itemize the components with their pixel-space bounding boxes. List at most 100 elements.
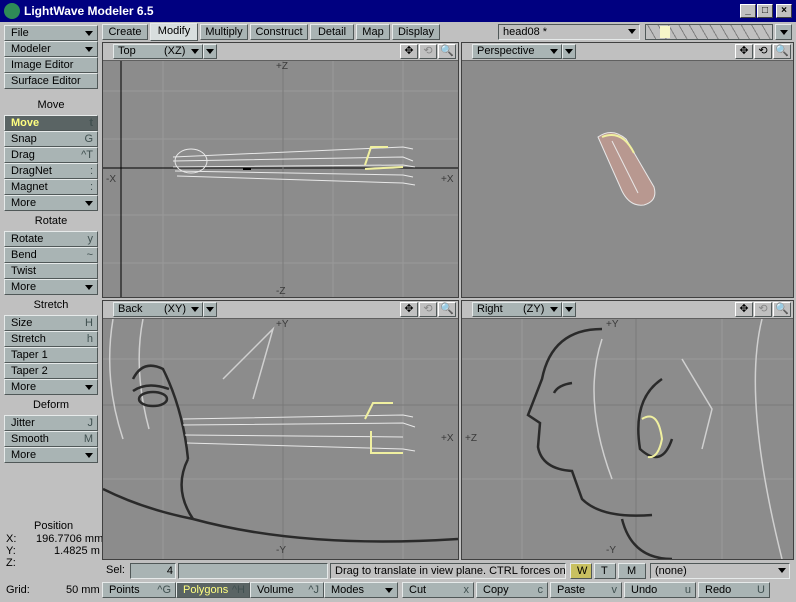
zoom-view-icon[interactable]: 🔍	[773, 44, 791, 59]
viewport-back-view-select[interactable]: Back (XY)	[113, 302, 203, 317]
weight-map-button[interactable]: W	[570, 563, 592, 579]
surface-select[interactable]: (none)	[650, 563, 790, 579]
tab-create[interactable]: Create	[102, 24, 148, 40]
shortcut-hint: x	[463, 584, 470, 596]
tab-multiply[interactable]: Multiply	[200, 24, 248, 40]
zoom-view-icon[interactable]: 🔍	[438, 44, 456, 59]
tool-size-button[interactable]: Size H	[4, 315, 98, 331]
shortcut-hint: G	[84, 133, 93, 145]
position-x-value: 196.7706 mm	[36, 533, 104, 545]
group-header-move: Move	[37, 99, 65, 111]
axis-label-left: +Z	[465, 433, 477, 444]
chevron-down-icon	[206, 49, 214, 54]
viewport-top[interactable]: Top (XZ) ✥ ⟲ 🔍 +Z -Z -X +X	[102, 42, 459, 298]
viewport-right[interactable]: Right (ZY) ✥ ⟲ 🔍 +Y -Y +Z	[461, 300, 794, 560]
group-header-deform: Deform	[32, 399, 70, 411]
morph-map-button[interactable]: M	[618, 563, 646, 579]
undo-button[interactable]: Undo u	[624, 582, 696, 598]
status-message: Drag to translate in view plane. CTRL fo…	[330, 563, 566, 579]
file-menu[interactable]: File	[4, 25, 98, 41]
move-view-icon[interactable]: ✥	[735, 44, 753, 59]
tab-map[interactable]: Map	[356, 24, 390, 40]
shortcut-hint: J	[87, 417, 94, 429]
chevron-down-icon	[85, 385, 93, 390]
tool-drag-button[interactable]: Drag ^T	[4, 147, 98, 163]
tool-stretch-button[interactable]: Stretch h	[4, 331, 98, 347]
axis-label-top: +Y	[606, 319, 619, 330]
cut-button[interactable]: Cut x	[402, 582, 474, 598]
rotate-view-icon[interactable]: ⟲	[754, 44, 772, 59]
mode-points-button[interactable]: Points ^G	[102, 582, 176, 598]
viewport-back-mode-select[interactable]	[203, 302, 217, 317]
chevron-down-icon	[85, 201, 93, 206]
tool-smooth-button[interactable]: Smooth M	[4, 431, 98, 447]
axis-label-left: -X	[106, 174, 116, 185]
shortcut-hint: t	[89, 117, 93, 129]
layer-bank[interactable]	[645, 24, 773, 40]
shortcut-hint: ~	[86, 249, 93, 261]
zoom-view-icon[interactable]: 🔍	[438, 302, 456, 317]
chevron-down-icon	[565, 49, 573, 54]
more-deform-button[interactable]: More	[4, 447, 98, 463]
modeler-menu[interactable]: Modeler	[4, 41, 98, 57]
tool-dragnet-button[interactable]: DragNet:	[4, 163, 98, 179]
close-button[interactable]: ×	[776, 4, 792, 18]
rotate-view-icon[interactable]: ⟲	[419, 302, 437, 317]
tab-detail[interactable]: Detail	[310, 24, 354, 40]
move-view-icon[interactable]: ✥	[400, 44, 418, 59]
more-rotate-button[interactable]: More	[4, 279, 98, 295]
texture-map-button[interactable]: T	[594, 563, 616, 579]
tool-sidebar: File Modeler Image Editor Surface Editor…	[0, 23, 104, 580]
redo-button[interactable]: Redo U	[698, 582, 770, 598]
viewport-perspective-mode-select[interactable]	[562, 44, 576, 59]
copy-button[interactable]: Copy c	[476, 582, 548, 598]
viewport-top-view-select[interactable]: Top (XZ)	[113, 44, 203, 59]
more-move-button[interactable]: More	[4, 195, 98, 211]
viewport-perspective[interactable]: Perspective ✥ ⟲ 🔍	[461, 42, 794, 298]
paste-button[interactable]: Paste v	[550, 582, 622, 598]
tool-taper-1-button[interactable]: Taper 1	[4, 347, 98, 363]
object-select[interactable]: head08 *	[498, 24, 640, 40]
rotate-view-icon[interactable]: ⟲	[754, 302, 772, 317]
viewport-right-canvas	[462, 319, 793, 559]
zoom-view-icon[interactable]: 🔍	[773, 302, 791, 317]
axis-label-right: +X	[441, 433, 454, 444]
tool-jitter-button[interactable]: Jitter J	[4, 415, 98, 431]
chevron-down-icon	[85, 47, 93, 52]
numeric-field[interactable]	[178, 563, 328, 579]
tab-display[interactable]: Display	[392, 24, 440, 40]
tab-modify[interactable]: Modify	[150, 23, 198, 41]
maximize-button[interactable]: □	[757, 4, 773, 18]
move-view-icon[interactable]: ✥	[735, 302, 753, 317]
tool-rotate-button[interactable]: Rotate y	[4, 231, 98, 247]
viewport-top-mode-select[interactable]	[203, 44, 217, 59]
image-editor-button[interactable]: Image Editor	[4, 57, 98, 73]
modes-menu[interactable]: Modes	[324, 582, 398, 598]
tool-taper-2-button[interactable]: Taper 2	[4, 363, 98, 379]
mode-polygons-button[interactable]: Polygons ^H	[176, 582, 250, 598]
position-y-label: Y:	[6, 545, 16, 557]
window-title: LightWave Modeler 6.5	[24, 4, 154, 18]
shortcut-hint: ^H	[231, 584, 245, 596]
mode-volume-button[interactable]: Volume ^J	[250, 582, 324, 598]
tool-bend-button[interactable]: Bend ~	[4, 247, 98, 263]
viewport-right-mode-select[interactable]	[562, 302, 576, 317]
surface-editor-button[interactable]: Surface Editor	[4, 73, 98, 89]
viewport-perspective-view-select[interactable]: Perspective	[472, 44, 562, 59]
bottom-bar: Grid: 50 mm Points ^G Polygons ^H Volume ^J M…	[0, 580, 796, 602]
more-stretch-button[interactable]: More	[4, 379, 98, 395]
app-icon	[4, 3, 20, 19]
tool-twist-button[interactable]: Twist	[4, 263, 98, 279]
tool-move-button[interactable]: Move t	[4, 115, 98, 131]
tool-snap-button[interactable]: Snap G	[4, 131, 98, 147]
tool-magnet-button[interactable]: Magnet:	[4, 179, 98, 195]
viewport-back[interactable]: Back (XY) ✥ ⟲ 🔍 +Y -Y +X	[102, 300, 459, 560]
rotate-view-icon[interactable]: ⟲	[419, 44, 437, 59]
active-layer[interactable]	[660, 26, 670, 38]
viewport-right-view-select[interactable]: Right (ZY)	[472, 302, 562, 317]
shortcut-hint: :	[89, 181, 93, 193]
tab-construct[interactable]: Construct	[250, 24, 308, 40]
layer-menu-button[interactable]	[775, 24, 792, 40]
move-view-icon[interactable]: ✥	[400, 302, 418, 317]
minimize-button[interactable]: _	[740, 4, 756, 18]
